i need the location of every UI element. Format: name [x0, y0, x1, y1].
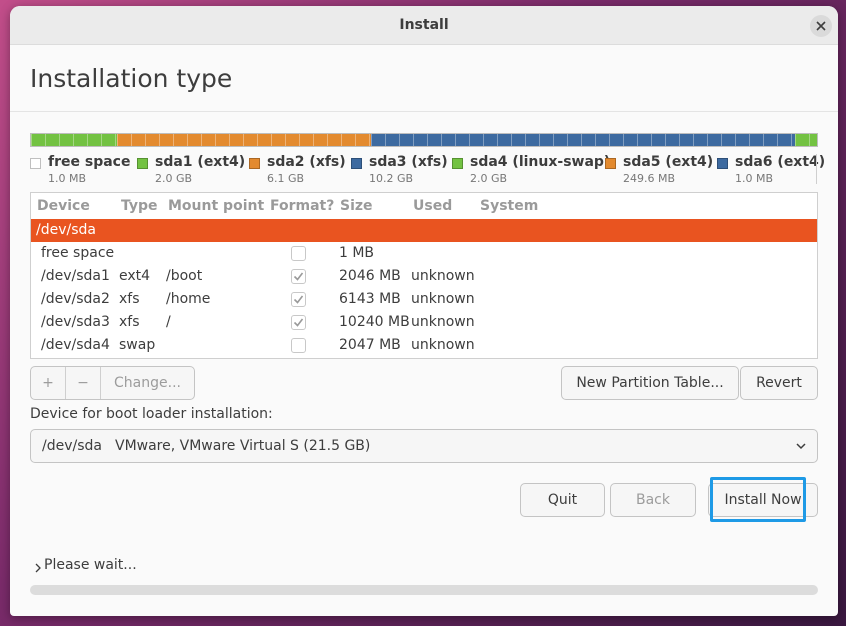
column-header[interactable]: Size [340, 198, 373, 214]
column-header[interactable]: System [480, 198, 538, 214]
legend-swatch [30, 158, 41, 169]
legend-name: sda3 (xfs) [369, 154, 448, 170]
cell-used: unknown [411, 337, 475, 353]
header-separator [10, 111, 838, 112]
cell-type: xfs [119, 314, 140, 330]
partition-segment [116, 134, 371, 146]
legend-size: 6.1 GB [267, 172, 305, 185]
table-row[interactable]: /dev/sda2 xfs/home 6143 MB unknown [31, 288, 817, 311]
partition-legend: free space 1.0 MB sda1 (ext4) 2.0 GB sda2 (x… [30, 154, 825, 188]
column-header[interactable]: Device [37, 198, 90, 214]
details-expander[interactable]: Please wait... [32, 557, 137, 573]
format-checkbox[interactable] [291, 292, 306, 307]
legend-name: sda2 (xfs) [267, 154, 346, 170]
partition-segment [31, 134, 117, 146]
back-button[interactable]: Back [610, 483, 696, 517]
chevron-right-icon [35, 563, 41, 573]
format-checkbox[interactable] [291, 246, 306, 261]
legend-size: 2.0 GB [470, 172, 508, 185]
close-button[interactable] [810, 15, 832, 37]
boot-loader-label: Device for boot loader installation: [30, 406, 273, 422]
cell-device: /dev/sda2 [41, 291, 110, 307]
cell-type: xfs [119, 291, 140, 307]
cell-size: 2046 MB [339, 268, 401, 284]
cell-used: unknown [411, 268, 475, 284]
partition-table: Device Type Mount point Format? Size Used Syst… [30, 192, 818, 359]
legend-name: sda1 (ext4) [155, 154, 246, 170]
installer-window: Install Installation type free space 1.0 … [10, 6, 838, 616]
cell-type: ext4 [119, 268, 151, 284]
cell-mount: / [166, 314, 171, 330]
legend-size: 1.0 MB [48, 172, 87, 185]
legend-swatch [717, 158, 728, 169]
cell-mount: /home [166, 291, 211, 307]
table-header: Device Type Mount point Format? Size Used Syst… [31, 193, 817, 218]
legend-swatch [351, 158, 362, 169]
format-checkbox[interactable] [291, 315, 306, 330]
check-icon [293, 295, 304, 304]
remove-partition-button[interactable]: − [66, 367, 100, 399]
column-header[interactable]: Type [121, 198, 158, 214]
legend-swatch [137, 158, 148, 169]
format-checkbox[interactable] [291, 269, 306, 284]
legend-size: 249.6 MB [623, 172, 676, 185]
cell-device: /dev/sda1 [41, 268, 110, 284]
quit-button[interactable]: Quit [520, 483, 605, 517]
legend-size: 10.2 GB [369, 172, 414, 185]
chevron-down-icon [796, 443, 806, 450]
progress-bar [30, 585, 818, 595]
legend-size: 2.0 GB [155, 172, 193, 185]
cell-device: free space [41, 245, 115, 261]
table-row[interactable]: /dev/sda1 ext4/boot 2046 MB unknown [31, 265, 817, 288]
titlebar: Install [10, 6, 838, 45]
cell-used: unknown [411, 314, 475, 330]
format-checkbox[interactable] [291, 338, 306, 353]
cell-device: /dev/sda4 [41, 337, 110, 353]
legend-swatch [249, 158, 260, 169]
cell-size: 1 MB [339, 245, 375, 261]
partition-segment [370, 134, 796, 146]
table-row[interactable]: /dev/sda3 xfs / 10240 MB unknown [31, 311, 817, 334]
partition-segment [795, 134, 817, 146]
revert-button[interactable]: Revert [740, 366, 818, 400]
cell-size: 10240 MB [339, 314, 410, 330]
partition-bar [30, 133, 818, 147]
cell-size: 2047 MB [339, 337, 401, 353]
cell-mount: /boot [166, 268, 203, 284]
table-row[interactable]: /dev/sda [31, 219, 817, 242]
legend-name: sda5 (ext4) [623, 154, 714, 170]
legend-name: free space [48, 154, 131, 170]
status-text: Please wait... [44, 557, 137, 573]
cell-used: unknown [411, 291, 475, 307]
column-header[interactable]: Mount point [168, 198, 264, 214]
add-partition-button[interactable]: + [31, 367, 65, 399]
page-title: Installation type [30, 64, 233, 93]
boot-loader-select[interactable]: /dev/sda VMware, VMware Virtual S (21.5 … [30, 429, 818, 463]
boot-device-description: VMware, VMware Virtual S (21.5 GB) [115, 438, 371, 454]
legend-name: sda6 (ext4) [735, 154, 826, 170]
check-icon [293, 318, 304, 327]
focus-ring [710, 477, 806, 522]
legend-size: 1.0 MB [735, 172, 774, 185]
change-partition-button[interactable]: Change... [101, 367, 194, 399]
table-row[interactable]: /dev/sda4 swap 2047 MB unknown [31, 334, 817, 357]
legend-name: sda4 (linux-swap) [470, 154, 611, 170]
column-header[interactable]: Used [413, 198, 452, 214]
boot-device: /dev/sda [42, 438, 102, 454]
cell-device: /dev/sda [36, 222, 96, 238]
close-icon [816, 21, 826, 31]
cell-device: /dev/sda3 [41, 314, 110, 330]
partition-edit-group: + − Change... [30, 366, 195, 400]
check-icon [293, 272, 304, 281]
window-title: Install [399, 17, 449, 33]
new-partition-table-button[interactable]: New Partition Table... [561, 366, 739, 400]
legend-divider [816, 154, 817, 184]
cell-size: 6143 MB [339, 291, 401, 307]
column-header[interactable]: Format? [270, 198, 334, 214]
legend-swatch [452, 158, 463, 169]
cell-type: swap [119, 337, 156, 353]
legend-swatch [605, 158, 616, 169]
table-row[interactable]: free space 1 MB [31, 242, 817, 265]
